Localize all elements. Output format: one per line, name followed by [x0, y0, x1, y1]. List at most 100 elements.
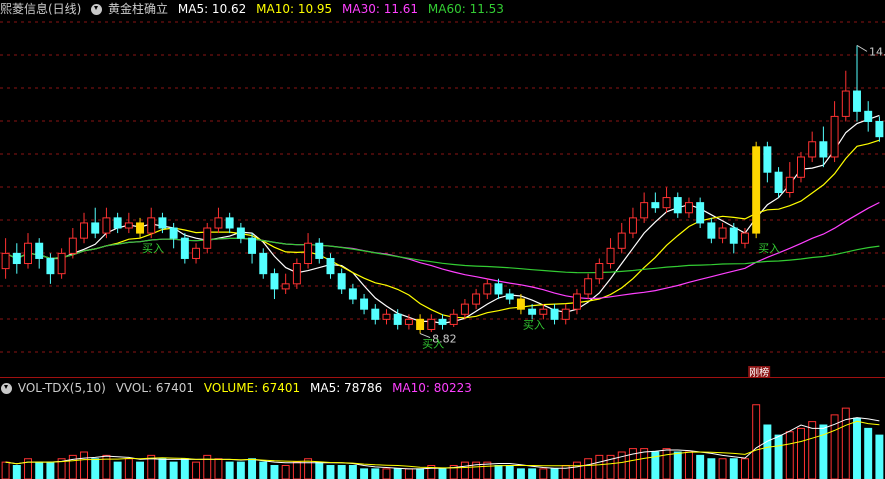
candle-body [393, 313, 402, 325]
volume-bar [438, 468, 447, 479]
candle-body [270, 273, 279, 290]
candle-body [841, 90, 850, 117]
candle-body [1, 252, 10, 270]
volume-bar [12, 465, 21, 479]
candle-body [640, 202, 649, 219]
volume-bar [808, 421, 817, 479]
candle-body [236, 227, 245, 239]
stock-name[interactable]: 熙菱信息(日线) [0, 2, 81, 16]
volume-bar [124, 458, 133, 479]
candle-body [12, 252, 21, 265]
volume-bar [740, 458, 749, 479]
volume-bar [304, 458, 313, 479]
ma60-value: MA60: 11.53 [427, 2, 504, 16]
volume-bar [136, 461, 145, 479]
candle-body [259, 252, 268, 275]
ma5-line [5, 114, 880, 325]
buy-signal-label: 买入 [422, 338, 444, 351]
volume-bar [214, 458, 223, 479]
candle-body [830, 115, 839, 158]
candle-body [460, 303, 469, 315]
candle-body [46, 257, 55, 275]
candle-body [572, 293, 581, 310]
volume-bar [1, 461, 10, 479]
candle-body [505, 293, 514, 300]
candle-body [819, 141, 828, 158]
volume-bar [382, 468, 391, 479]
moving-average-lines [5, 114, 880, 325]
candle-body [516, 298, 525, 310]
chart-annotations: 14.808.82买入买入买入买入刚榜 [142, 44, 885, 379]
candle-body [864, 110, 873, 122]
candle-body [169, 227, 178, 239]
volume-bar [416, 468, 425, 479]
candle-body [797, 156, 805, 178]
volume-bar [539, 468, 548, 479]
volume-bar [192, 461, 201, 479]
buy-signal-label: 买入 [142, 242, 164, 255]
candle-body [584, 278, 593, 295]
candle-body [696, 202, 705, 224]
candle-body [628, 217, 637, 234]
dropdown-icon[interactable] [91, 4, 103, 15]
candle-body [427, 318, 436, 330]
candle-body [292, 263, 301, 285]
candle-body [225, 217, 234, 229]
candle-body [539, 308, 548, 315]
candle-body [248, 237, 257, 254]
volume-bar [696, 454, 705, 479]
volume-bar [572, 461, 581, 479]
high-arrow [856, 44, 868, 52]
volume-bar [640, 448, 649, 479]
candle-body [24, 242, 32, 265]
volume-bar [662, 448, 671, 479]
candle-body [729, 227, 738, 244]
candle-body [371, 308, 380, 320]
volume-legend: VOL-TDX(5,10) VVOL: 67401 VOLUME: 67401 … [0, 379, 478, 397]
volume-bar [584, 458, 593, 479]
candle-body [416, 318, 425, 330]
candle-body [673, 197, 682, 214]
candle-body [561, 308, 570, 320]
candle-body [326, 257, 335, 275]
dropdown-icon[interactable] [1, 383, 12, 394]
candle-body [113, 217, 122, 229]
volume-bar [864, 427, 873, 479]
volume-bar [684, 451, 693, 479]
volume-bar [718, 458, 727, 479]
high-price-label: 14.80 [869, 45, 885, 58]
candle-body [214, 217, 223, 229]
volume-bar [819, 424, 828, 479]
volume-bar [281, 465, 290, 479]
candle-body [684, 202, 693, 214]
ma10-value: MA10: 10.95 [256, 2, 333, 16]
candle-body [494, 283, 503, 295]
candle-body [740, 232, 749, 244]
candle-body [360, 298, 369, 310]
kline-chart[interactable]: 14.808.82买入买入买入买入刚榜 [0, 0, 885, 479]
candlesticks[interactable] [1, 45, 884, 334]
candle-body [315, 242, 324, 259]
volume-bar [494, 465, 503, 479]
candle-body [875, 120, 884, 138]
vol-indicator-name[interactable]: VOL-TDX(5,10) [18, 381, 106, 395]
candle-body [180, 237, 189, 259]
volume-bar [505, 465, 514, 479]
volume-bar [35, 461, 44, 479]
volume-bar [516, 468, 525, 479]
panel-divider [0, 377, 885, 378]
volume-bar [595, 454, 604, 479]
candle-body [438, 318, 447, 325]
volume-bar [292, 461, 301, 479]
candle-body [124, 222, 133, 229]
volume-bar [774, 434, 783, 479]
volume-bars[interactable] [1, 404, 884, 479]
candle-body [91, 222, 100, 234]
candle-body [449, 313, 458, 325]
volume-bar [270, 465, 279, 479]
candle-body [606, 247, 615, 265]
candle-body [158, 217, 167, 229]
indicator-name[interactable]: 黄金柱确立 [108, 2, 168, 16]
candle-body [382, 313, 391, 320]
candle-body [763, 146, 772, 173]
